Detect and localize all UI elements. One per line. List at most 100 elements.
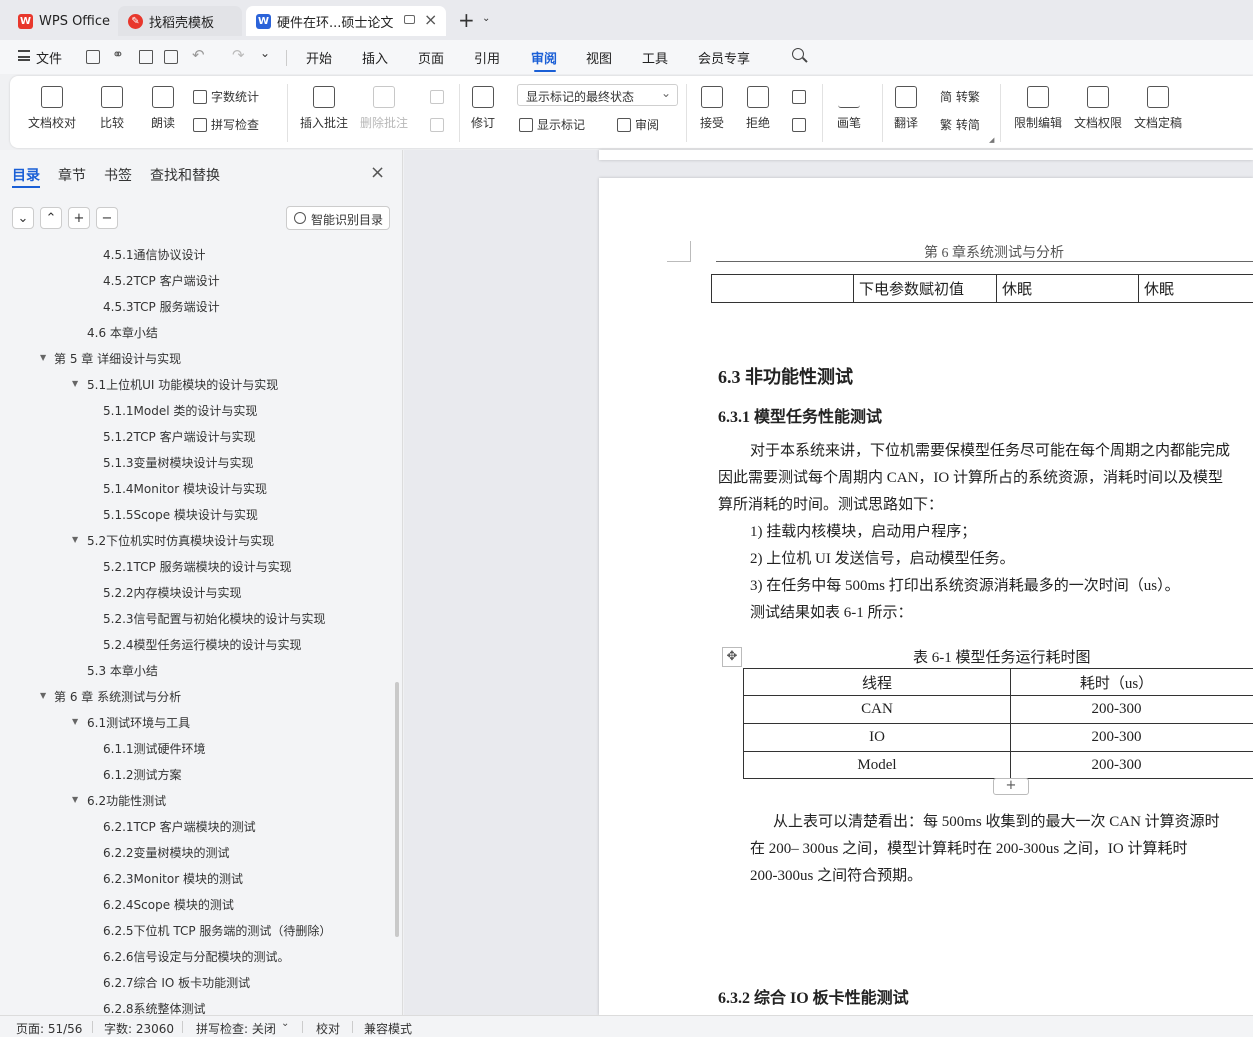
toc-item[interactable]: 4.5.2TCP 客户端设计 [103, 272, 220, 289]
expand-triangle-icon[interactable]: ▼ [72, 795, 78, 804]
tab-find-replace[interactable]: 查找和替换 [150, 165, 220, 185]
proofread-button[interactable]: 文档校对 [28, 86, 76, 131]
toc-item[interactable]: 5.1.4Monitor 模块设计与实现 [103, 480, 267, 497]
markup-state-select[interactable]: 显示标记的最终状态 ⌄ [517, 84, 678, 106]
toc-item[interactable]: 5.1上位机UI 功能模块的设计与实现 [87, 376, 278, 393]
ribbon-group-launcher-icon[interactable]: ◢ [989, 136, 994, 144]
toc-item[interactable]: 4.5.1通信协议设计 [103, 246, 206, 263]
toc-item[interactable]: 5.1.1Model 类的设计与实现 [103, 402, 257, 419]
smart-toc-button[interactable]: 智能识别目录 [286, 206, 390, 230]
toc-item[interactable]: 6.1.1测试硬件环境 [103, 740, 206, 757]
next-change-icon[interactable] [792, 118, 806, 132]
reject-button[interactable]: 拒绝 [746, 86, 770, 131]
toc-item[interactable]: 6.1测试环境与工具 [87, 714, 190, 731]
doc-permission-button[interactable]: 文档权限 [1074, 86, 1122, 131]
expand-triangle-icon[interactable]: ▼ [40, 353, 46, 362]
proof-status[interactable]: 校对 [316, 1020, 340, 1037]
window-mode-icon[interactable] [404, 15, 415, 24]
hamburger-menu-icon[interactable] [18, 50, 30, 61]
collapse-all-button[interactable]: ⌄ [12, 207, 34, 229]
spell-check-button[interactable]: 拼写检查 [193, 116, 259, 133]
toc-item[interactable]: 6.2功能性测试 [87, 792, 166, 809]
print-icon[interactable] [139, 50, 153, 64]
toc-item[interactable]: 5.2.2内存模块设计与实现 [103, 584, 242, 601]
print-preview-icon[interactable] [164, 50, 178, 64]
search-icon[interactable] [792, 48, 808, 63]
previous-change-icon[interactable] [792, 90, 806, 104]
toc-scrollbar[interactable] [395, 682, 399, 937]
tab-chapters[interactable]: 章节 [58, 165, 86, 185]
file-menu[interactable]: 文件 [36, 48, 62, 67]
toc-item[interactable]: 4.5.3TCP 服务端设计 [103, 298, 220, 315]
add-table-row-button[interactable]: + [993, 778, 1029, 795]
toc-item[interactable]: 5.1.2TCP 客户端设计与实现 [103, 428, 256, 445]
toc-item[interactable]: 6.2.4Scope 模块的测试 [103, 896, 234, 913]
toc-item[interactable]: 6.2.7综合 IO 板卡功能测试 [103, 974, 250, 991]
toc-item[interactable]: 5.1.3变量树模块设计与实现 [103, 454, 254, 471]
toc-item[interactable]: 5.2.4模型任务运行模块的设计与实现 [103, 636, 302, 653]
track-changes-button[interactable]: 修订 [471, 86, 495, 131]
compare-button[interactable]: 比较 [100, 86, 124, 131]
table-move-handle-icon[interactable]: ✥ [722, 647, 742, 667]
page-indicator[interactable]: 页面: 51/56 [16, 1020, 82, 1037]
close-pane-icon[interactable]: × [370, 162, 385, 183]
previous-comment-icon[interactable] [430, 90, 444, 104]
toc-item[interactable]: 6.2.3Monitor 模块的测试 [103, 870, 243, 887]
review-pane-button[interactable]: 审阅 [617, 116, 659, 133]
pen-button[interactable]: 画笔 [837, 86, 861, 131]
insert-comment-button[interactable]: 插入批注 [300, 86, 348, 131]
toc-item[interactable]: 第 6 章 系统测试与分析 [54, 688, 181, 705]
chevron-down-icon[interactable]: ⌄ [281, 1018, 289, 1029]
word-count[interactable]: 字数: 23060 [104, 1020, 174, 1037]
menu-review[interactable]: 审阅 [531, 48, 557, 67]
toc-item[interactable]: 5.2下位机实时仿真模块设计与实现 [87, 532, 274, 549]
show-markup-button[interactable]: 显示标记 [519, 116, 585, 133]
tab-wps-office[interactable]: W WPS Office [8, 6, 114, 36]
word-count-button[interactable]: 字数统计 [193, 88, 259, 105]
expand-triangle-icon[interactable]: ▼ [40, 691, 46, 700]
toc-item[interactable]: 6.2.5下位机 TCP 服务端的测试（待删除） [103, 922, 331, 939]
toc-item[interactable]: 5.2.3信号配置与初始化模块的设计与实现 [103, 610, 326, 627]
accept-button[interactable]: 接受 [700, 86, 724, 131]
next-comment-icon[interactable] [430, 118, 444, 132]
toc-item[interactable]: 4.6 本章小结 [87, 324, 158, 341]
menu-home[interactable]: 开始 [306, 48, 332, 67]
toc-item[interactable]: 第 5 章 详细设计与实现 [54, 350, 181, 367]
redo-icon[interactable]: ↷ [232, 46, 245, 64]
toc-item[interactable]: 5.3 本章小结 [87, 662, 158, 679]
to-traditional-button[interactable]: 简 转繁 [940, 88, 980, 105]
expand-up-button[interactable]: ⌃ [40, 207, 62, 229]
quick-access-more-icon[interactable]: ⌄ [260, 46, 270, 60]
translate-button[interactable]: 翻译 [894, 86, 918, 131]
cloud-link-icon[interactable]: ⚭ [112, 47, 124, 63]
tab-thesis-document[interactable]: W 硬件在环...硕士论文 × [246, 6, 446, 36]
read-aloud-button[interactable]: 朗读 [151, 86, 175, 131]
toc-item[interactable]: 6.2.6信号设定与分配模块的测试。 [103, 948, 290, 965]
expand-triangle-icon[interactable]: ▼ [72, 379, 78, 388]
tab-toc[interactable]: 目录 [12, 165, 40, 185]
tab-bookmarks[interactable]: 书签 [104, 165, 132, 185]
menu-insert[interactable]: 插入 [362, 48, 388, 67]
spell-check-status[interactable]: 拼写检查: 关闭 [196, 1020, 276, 1037]
menu-page[interactable]: 页面 [418, 48, 444, 67]
menu-member[interactable]: 会员专享 [698, 48, 750, 67]
to-simplified-button[interactable]: 繁 转简 [940, 116, 980, 133]
toc-item[interactable]: 5.1.5Scope 模块设计与实现 [103, 506, 258, 523]
doc-finalize-button[interactable]: 文档定稿 [1134, 86, 1182, 131]
toc-item[interactable]: 6.2.1TCP 客户端模块的测试 [103, 818, 256, 835]
expand-triangle-icon[interactable]: ▼ [72, 717, 78, 726]
menu-tools[interactable]: 工具 [642, 48, 668, 67]
close-tab-icon[interactable]: × [424, 10, 437, 29]
toc-item[interactable]: 6.2.2变量树模块的测试 [103, 844, 230, 861]
expand-triangle-icon[interactable]: ▼ [72, 535, 78, 544]
new-tab-button[interactable]: + [458, 8, 475, 32]
menu-view[interactable]: 视图 [586, 48, 612, 67]
chevron-down-icon[interactable]: ⌄ [482, 13, 490, 24]
save-icon[interactable] [86, 50, 100, 64]
remove-heading-button[interactable]: − [96, 207, 118, 229]
add-heading-button[interactable]: + [68, 207, 90, 229]
toc-item[interactable]: 6.1.2测试方案 [103, 766, 182, 783]
menu-reference[interactable]: 引用 [474, 48, 500, 67]
restrict-edit-button[interactable]: 限制编辑 [1014, 86, 1062, 131]
undo-icon[interactable]: ↶ [192, 46, 205, 64]
